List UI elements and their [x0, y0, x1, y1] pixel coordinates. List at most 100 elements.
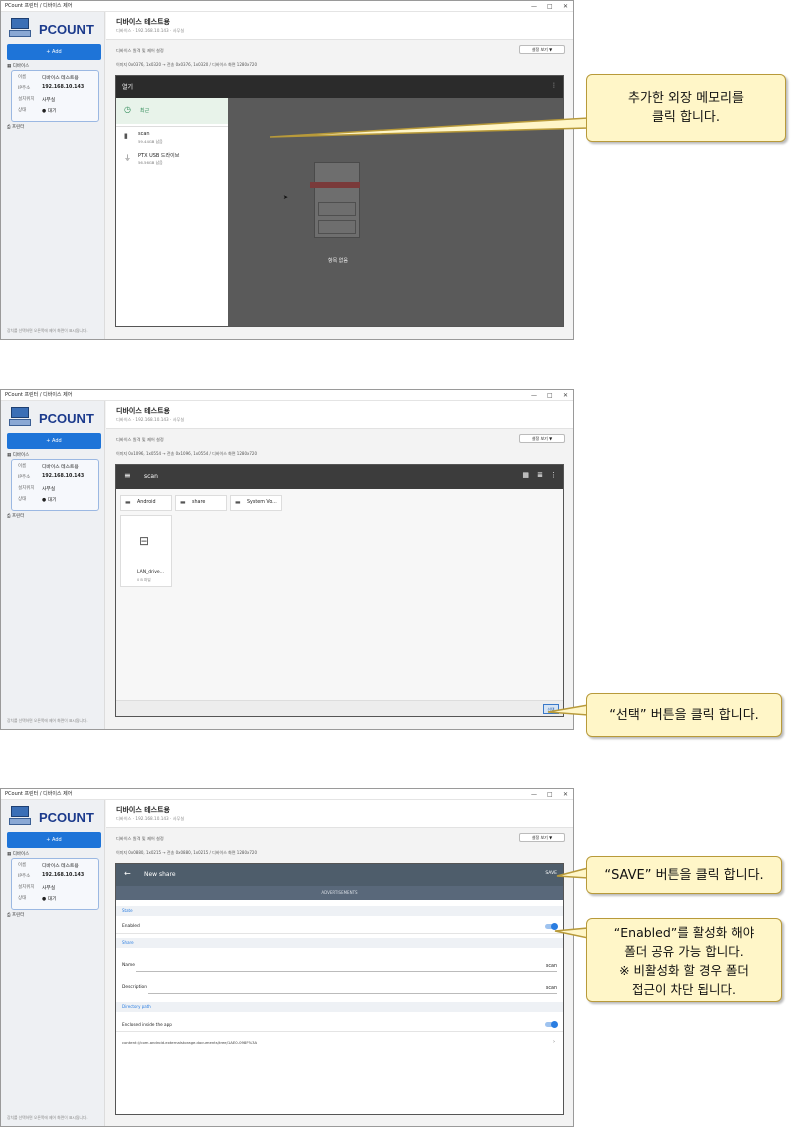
main-header: 디바이스 테스트용 디바이스 · 192.168.10.143 · 사무실 [106, 12, 573, 40]
overflow-menu-icon[interactable]: ⋮ [550, 471, 557, 479]
main-area: 디바이스 테스트용 디바이스 · 192.168.10.143 · 사무실 디바… [106, 800, 573, 1126]
chevron-right-icon: › [553, 1039, 555, 1045]
device-card[interactable]: 이름 디바이스 테스트용 IP주소 192.168.10.143 설치위치 사무… [11, 858, 99, 910]
device-location-label: 설치위치 [18, 97, 35, 102]
page-title: 디바이스 테스트용 [116, 407, 170, 415]
settings-button[interactable]: 설정 보기 ▼ [519, 434, 565, 443]
ad-banner: ADVERTISEMENTS [116, 886, 563, 900]
save-button[interactable]: SAVE [545, 871, 557, 876]
drive-item-scan[interactable]: ▮ scan 59.44GB 남음 [116, 126, 228, 148]
printer-item[interactable]: ⎙ 프린터 [7, 124, 24, 130]
description-value: scan [545, 986, 557, 991]
drive-item-usb[interactable]: ⏚ PTX USB 드라이브 56.56GB 남음 [116, 148, 228, 170]
close-icon[interactable]: ✕ [563, 390, 568, 401]
sidebar: PCOUNT + Add ▦ 디바이스 이름 디바이스 테스트용 IP주소 19… [1, 800, 105, 1126]
page-subtitle: 디바이스 · 192.168.10.143 · 사무실 [116, 816, 185, 821]
devices-header[interactable]: ▦ 디바이스 [7, 452, 29, 458]
device-ip-label: IP주소 [18, 475, 31, 480]
minimize-icon[interactable]: — [531, 1, 537, 12]
resolution-text: 이미지 0x0880, 1x0215 → 전송 0x0880, 1x0215 /… [116, 850, 257, 855]
device-card[interactable]: 이름 디바이스 테스트용 IP주소 192.168.10.143 설치위치 사무… [11, 70, 99, 122]
device-name-value: 디바이스 테스트용 [42, 76, 79, 81]
file-item[interactable]: ⊟ LAN_drive... 0 B 파일 [120, 515, 172, 587]
device-ip-value: 192.168.10.143 [42, 474, 85, 479]
maximize-icon[interactable]: □ [547, 1, 553, 12]
maximize-icon[interactable]: □ [547, 390, 553, 401]
grid-view-icon[interactable]: ▦ [522, 471, 529, 479]
sort-icon[interactable]: ≣ [537, 471, 543, 479]
description-field[interactable]: Description scan [116, 982, 563, 996]
device-name-value: 디바이스 테스트용 [42, 864, 79, 869]
printer-label: 프린터 [12, 913, 25, 918]
screenshot-panel-1: PCount 프린터 / 디바이스 제어 — □ ✕ PCOUNT + Add … [0, 0, 574, 340]
devices-header[interactable]: ▦ 디바이스 [7, 63, 29, 69]
ad-label: ADVERTISEMENTS [321, 890, 358, 895]
settings-button[interactable]: 설정 보기 ▼ [519, 833, 565, 842]
directory-section-header: Directory path [116, 1002, 563, 1012]
add-device-button[interactable]: + Add [7, 433, 101, 449]
clock-icon: ◷ [124, 105, 131, 114]
device-ip-label: IP주소 [18, 874, 31, 879]
remote-screen[interactable]: ≡ scan ▦ ≣ ⋮ ▬ Android ▬ share ▬ System … [115, 464, 564, 717]
main-header: 디바이스 테스트용 디바이스 · 192.168.10.143 · 사무실 [106, 800, 573, 828]
device-card[interactable]: 이름 디바이스 테스트용 IP주소 192.168.10.143 설치위치 사무… [11, 459, 99, 511]
devices-label: 디바이스 [12, 453, 30, 458]
device-status-value: ● 대기 [42, 897, 57, 902]
name-underline [136, 971, 557, 972]
window-title: PCount 프린터 / 디바이스 제어 [5, 791, 73, 797]
select-button[interactable]: 선택 [543, 704, 559, 714]
sidebar: PCOUNT + Add ▦ 디바이스 이름 디바이스 테스트용 IP주소 19… [1, 401, 105, 729]
printer-item[interactable]: ⎙ 프린터 [7, 513, 24, 519]
sidebar: PCOUNT + Add ▦ 디바이스 이름 디바이스 테스트용 IP주소 19… [1, 12, 105, 339]
drive-name: scan [138, 131, 150, 137]
device-name-label: 이름 [18, 863, 27, 868]
folder-icon: ▬ [235, 499, 241, 506]
remote-screen[interactable]: ← New share SAVE ADVERTISEMENTS State En… [115, 863, 564, 1115]
enabled-row[interactable]: Enabled [116, 920, 563, 934]
device-name-value: 디바이스 테스트용 [42, 465, 79, 470]
close-icon[interactable]: ✕ [563, 789, 568, 800]
folder-title: scan [144, 473, 158, 480]
sidebar-footer: 장치를 선택하면 오른쪽에 제어 화면이 표시됩니다. [7, 1115, 88, 1120]
recent-item[interactable]: ◷ 최근 [116, 98, 228, 124]
pc-icon [9, 18, 31, 38]
sidebar-footer: 장치를 선택하면 오른쪽에 제어 화면이 표시됩니다. [7, 328, 88, 333]
resolution-text: 이미지 0x1096, 1x0554 → 전송 0x1096, 1x0554 /… [116, 451, 257, 456]
enabled-toggle[interactable] [545, 922, 558, 930]
devices-label: 디바이스 [12, 64, 30, 69]
path-row[interactable]: content://com.android.externalstorage.do… [116, 1036, 563, 1050]
device-location-value: 사무실 [42, 487, 56, 492]
empty-label: 항목 없음 [328, 258, 348, 264]
page-title: 디바이스 테스트용 [116, 806, 170, 814]
screenshot-panel-3: PCount 프린터 / 디바이스 제어 — □ ✕ PCOUNT + Add … [0, 788, 574, 1127]
devices-header[interactable]: ▦ 디바이스 [7, 851, 29, 857]
toolbar-title: New share [144, 871, 176, 878]
save-instruction-callout: “SAVE” 버튼을 클릭 합니다. [586, 856, 782, 894]
enclosed-row[interactable]: Enclosed inside the app [116, 1018, 563, 1032]
pc-icon [9, 407, 31, 427]
folder-item[interactable]: ▬ System Vo... [230, 495, 282, 511]
control-label: 디바이스 원격 및 제어 설정 [116, 836, 164, 841]
folder-name: Android [137, 500, 156, 505]
remote-screen[interactable]: 열기 ⋮ ◷ 최근 ▮ scan 59.44GB 남음 ⏚ PTX USB 드라… [115, 75, 564, 327]
folder-item[interactable]: ▬ Android [120, 495, 172, 511]
printer-item[interactable]: ⎙ 프린터 [7, 912, 24, 918]
minimize-icon[interactable]: — [531, 789, 537, 800]
brand-name: PCOUNT [39, 810, 94, 825]
device-location-label: 설치위치 [18, 486, 35, 491]
settings-button[interactable]: 설정 보기 ▼ [519, 45, 565, 54]
control-label: 디바이스 원격 및 제어 설정 [116, 48, 164, 53]
drive-free: 59.44GB 남음 [138, 139, 163, 144]
app-logo: PCOUNT [9, 16, 99, 42]
folder-item[interactable]: ▬ share [175, 495, 227, 511]
maximize-icon[interactable]: □ [547, 789, 553, 800]
enclosed-toggle[interactable] [545, 1020, 558, 1028]
back-arrow-icon[interactable]: ← [124, 869, 131, 878]
overflow-menu-icon[interactable]: ⋮ [551, 82, 557, 89]
close-icon[interactable]: ✕ [563, 1, 568, 12]
menu-icon[interactable]: ≡ [124, 471, 131, 480]
minimize-icon[interactable]: — [531, 390, 537, 401]
add-device-button[interactable]: + Add [7, 832, 101, 848]
name-field[interactable]: Name scan [116, 960, 563, 974]
add-device-button[interactable]: + Add [7, 44, 101, 60]
